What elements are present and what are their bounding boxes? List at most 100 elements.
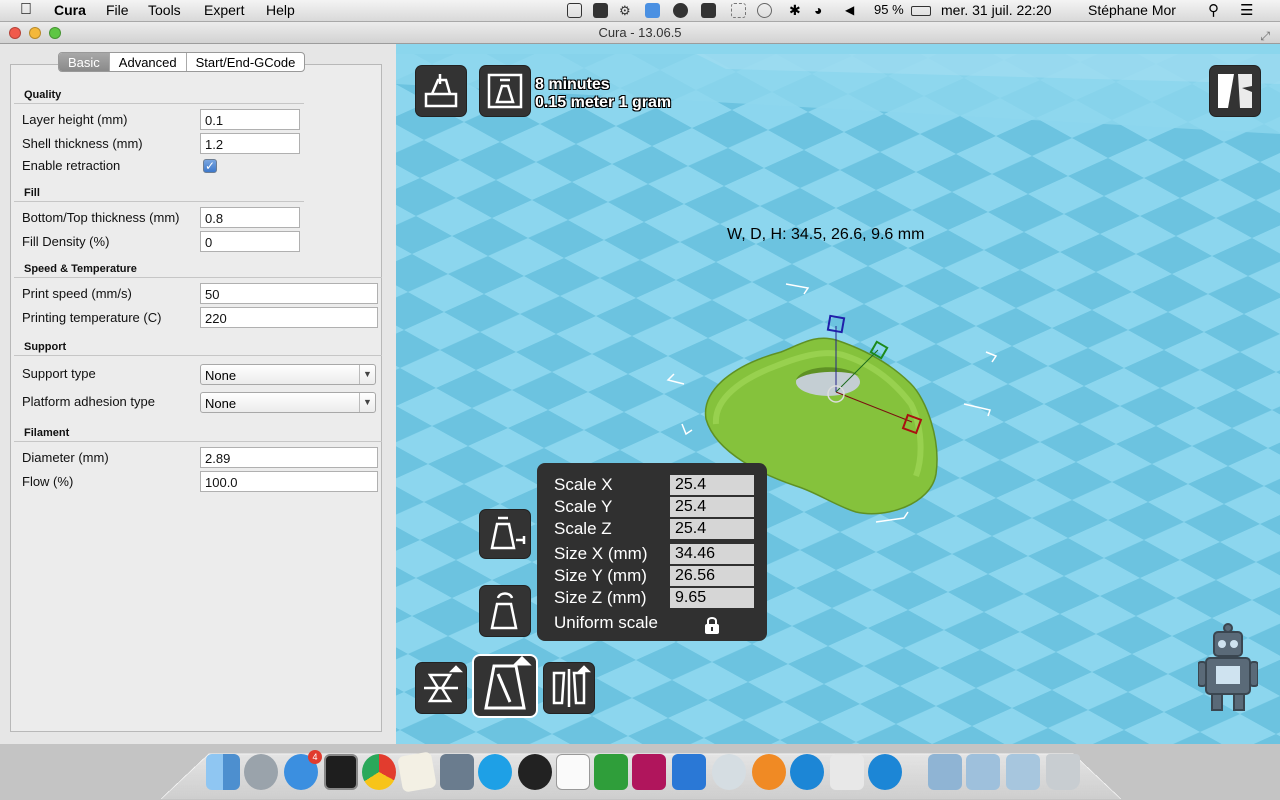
size-z-label: Size Z (mm) — [554, 588, 647, 607]
menu-tools[interactable]: Tools — [148, 2, 181, 18]
time-machine-icon[interactable] — [757, 3, 772, 18]
enable-retraction-checkbox[interactable]: ✓ — [203, 159, 217, 173]
settings-sidebar: Basic Advanced Start/End-GCode Quality L… — [0, 44, 396, 744]
scale-max-button[interactable] — [480, 510, 530, 558]
battery-text[interactable]: 95 % — [874, 2, 904, 17]
layer-height-input[interactable]: 0.1 — [200, 109, 300, 130]
platform-adhesion-label: Platform adhesion type — [22, 394, 155, 409]
shell-thickness-input[interactable]: 1.2 — [200, 133, 300, 154]
clock[interactable]: mer. 31 juil. 22:20 — [941, 2, 1052, 18]
trash-icon[interactable] — [1046, 754, 1080, 790]
load-model-button[interactable] — [416, 66, 466, 116]
launchpad-icon[interactable] — [244, 754, 278, 790]
cura-icon[interactable] — [790, 754, 824, 790]
app-store-icon[interactable]: 4 — [284, 750, 322, 790]
view-mode-button[interactable] — [1210, 66, 1260, 116]
mirror-tool-button[interactable] — [544, 663, 594, 713]
printer-load-icon — [424, 74, 458, 108]
skype-icon[interactable] — [478, 754, 512, 790]
size-x-input[interactable]: 34.46 — [670, 544, 754, 564]
user-menu[interactable]: Stéphane Mor — [1088, 2, 1176, 18]
tool-icon[interactable]: ⚙ — [619, 3, 634, 18]
rotate-tool-button[interactable] — [416, 663, 466, 713]
bottom-top-thickness-input[interactable]: 0.8 — [200, 207, 300, 228]
cloud-icon[interactable] — [673, 3, 688, 18]
status-app-icon[interactable] — [567, 3, 582, 18]
section-filament: Filament — [14, 427, 382, 442]
indesign-icon[interactable] — [632, 754, 666, 790]
scale-z-input[interactable]: 25.4 — [670, 519, 754, 539]
downloads-folder-icon[interactable] — [1006, 754, 1040, 790]
tab-basic[interactable]: Basic — [59, 53, 110, 71]
scale-tool-button[interactable] — [474, 656, 536, 716]
fill-density-label: Fill Density (%) — [22, 234, 110, 249]
3d-model[interactable] — [396, 44, 1280, 744]
size-z-input[interactable]: 9.65 — [670, 588, 754, 608]
diameter-input[interactable]: 2.89 — [200, 447, 378, 468]
print-speed-label: Print speed (mm/s) — [22, 286, 132, 301]
reset-scale-button[interactable] — [480, 586, 530, 636]
view-mode-icon — [1218, 74, 1252, 108]
scale-panel: Scale X 25.4 Scale Y 25.4 Scale Z 25.4 S… — [537, 463, 767, 641]
apple-icon[interactable]:  — [20, 1, 32, 19]
camera-icon[interactable] — [518, 754, 552, 790]
chrome-icon[interactable] — [362, 754, 396, 790]
tab-start-end-gcode[interactable]: Start/End-GCode — [187, 53, 305, 71]
bird-icon[interactable] — [830, 754, 864, 790]
eye-icon[interactable] — [712, 754, 746, 790]
flow-input[interactable]: 100.0 — [200, 471, 378, 492]
support-type-label: Support type — [22, 366, 96, 381]
menu-bar:  Cura File Tools Expert Help ⚙ ✱ ◕ ◀ 95… — [0, 0, 1280, 22]
printing-temperature-input[interactable]: 220 — [200, 307, 378, 328]
scale-x-input[interactable]: 25.4 — [670, 475, 754, 495]
bluetooth-icon[interactable]: ✱ — [789, 2, 801, 19]
mirror-icon — [552, 665, 592, 707]
textedit-icon[interactable] — [397, 751, 437, 793]
menu-help[interactable]: Help — [266, 2, 295, 18]
close-icon[interactable] — [9, 27, 21, 39]
cura-icon-2[interactable] — [868, 754, 902, 790]
tab-advanced[interactable]: Advanced — [110, 53, 187, 71]
size-y-input[interactable]: 26.56 — [670, 566, 754, 586]
zoom-icon[interactable] — [49, 27, 61, 39]
menu-file[interactable]: File — [106, 2, 129, 18]
print-button[interactable] — [480, 66, 530, 116]
app-menu[interactable]: Cura — [54, 2, 86, 18]
lock-icon[interactable] — [704, 616, 720, 634]
minimize-icon[interactable] — [29, 27, 41, 39]
spotlight-icon[interactable]: ⚲ — [1208, 1, 1219, 19]
print-speed-input[interactable]: 50 — [200, 283, 378, 304]
mail-icon[interactable] — [440, 754, 474, 790]
blender-icon[interactable] — [752, 754, 786, 790]
diameter-label: Diameter (mm) — [22, 450, 109, 465]
enable-retraction-label: Enable retraction — [22, 158, 121, 173]
support-type-select[interactable]: None ▼ — [200, 364, 376, 385]
documents-folder-icon[interactable] — [966, 754, 1000, 790]
scale-y-label: Scale Y — [554, 497, 613, 516]
status-grid-icon[interactable] — [731, 3, 746, 18]
battery-icon[interactable] — [911, 6, 931, 16]
size-y-label: Size Y (mm) — [554, 566, 647, 585]
wifi-icon[interactable]: ◕ — [814, 2, 822, 18]
rotate-icon — [424, 665, 464, 703]
dock-area: 4 — [0, 744, 1280, 800]
drive-icon[interactable] — [593, 3, 608, 18]
document-icon[interactable] — [556, 754, 590, 790]
fill-density-input[interactable]: 0 — [200, 231, 300, 252]
scale-y-input[interactable]: 25.4 — [670, 497, 754, 517]
model-dimensions: W, D, H: 34.5, 26.6, 9.6 mm — [727, 226, 925, 243]
volume-icon[interactable]: ◀ — [845, 3, 854, 17]
platform-adhesion-select[interactable]: None ▼ — [200, 392, 376, 413]
evernote-icon[interactable] — [701, 3, 716, 18]
finder-icon[interactable] — [206, 754, 240, 790]
3d-viewport[interactable]: 8 minutes 0.15 meter 1 gram W, D, H: 34.… — [396, 44, 1280, 744]
applications-folder-icon[interactable] — [928, 754, 962, 790]
app-store-badge: 4 — [308, 750, 322, 764]
notification-center-icon[interactable]: ☰ — [1240, 1, 1253, 19]
word-icon[interactable] — [672, 754, 706, 790]
dropbox-icon[interactable] — [645, 3, 660, 18]
terminal-icon[interactable] — [324, 754, 358, 790]
excel-icon[interactable] — [594, 754, 628, 790]
shell-thickness-label: Shell thickness (mm) — [22, 136, 143, 151]
menu-expert[interactable]: Expert — [204, 2, 244, 18]
